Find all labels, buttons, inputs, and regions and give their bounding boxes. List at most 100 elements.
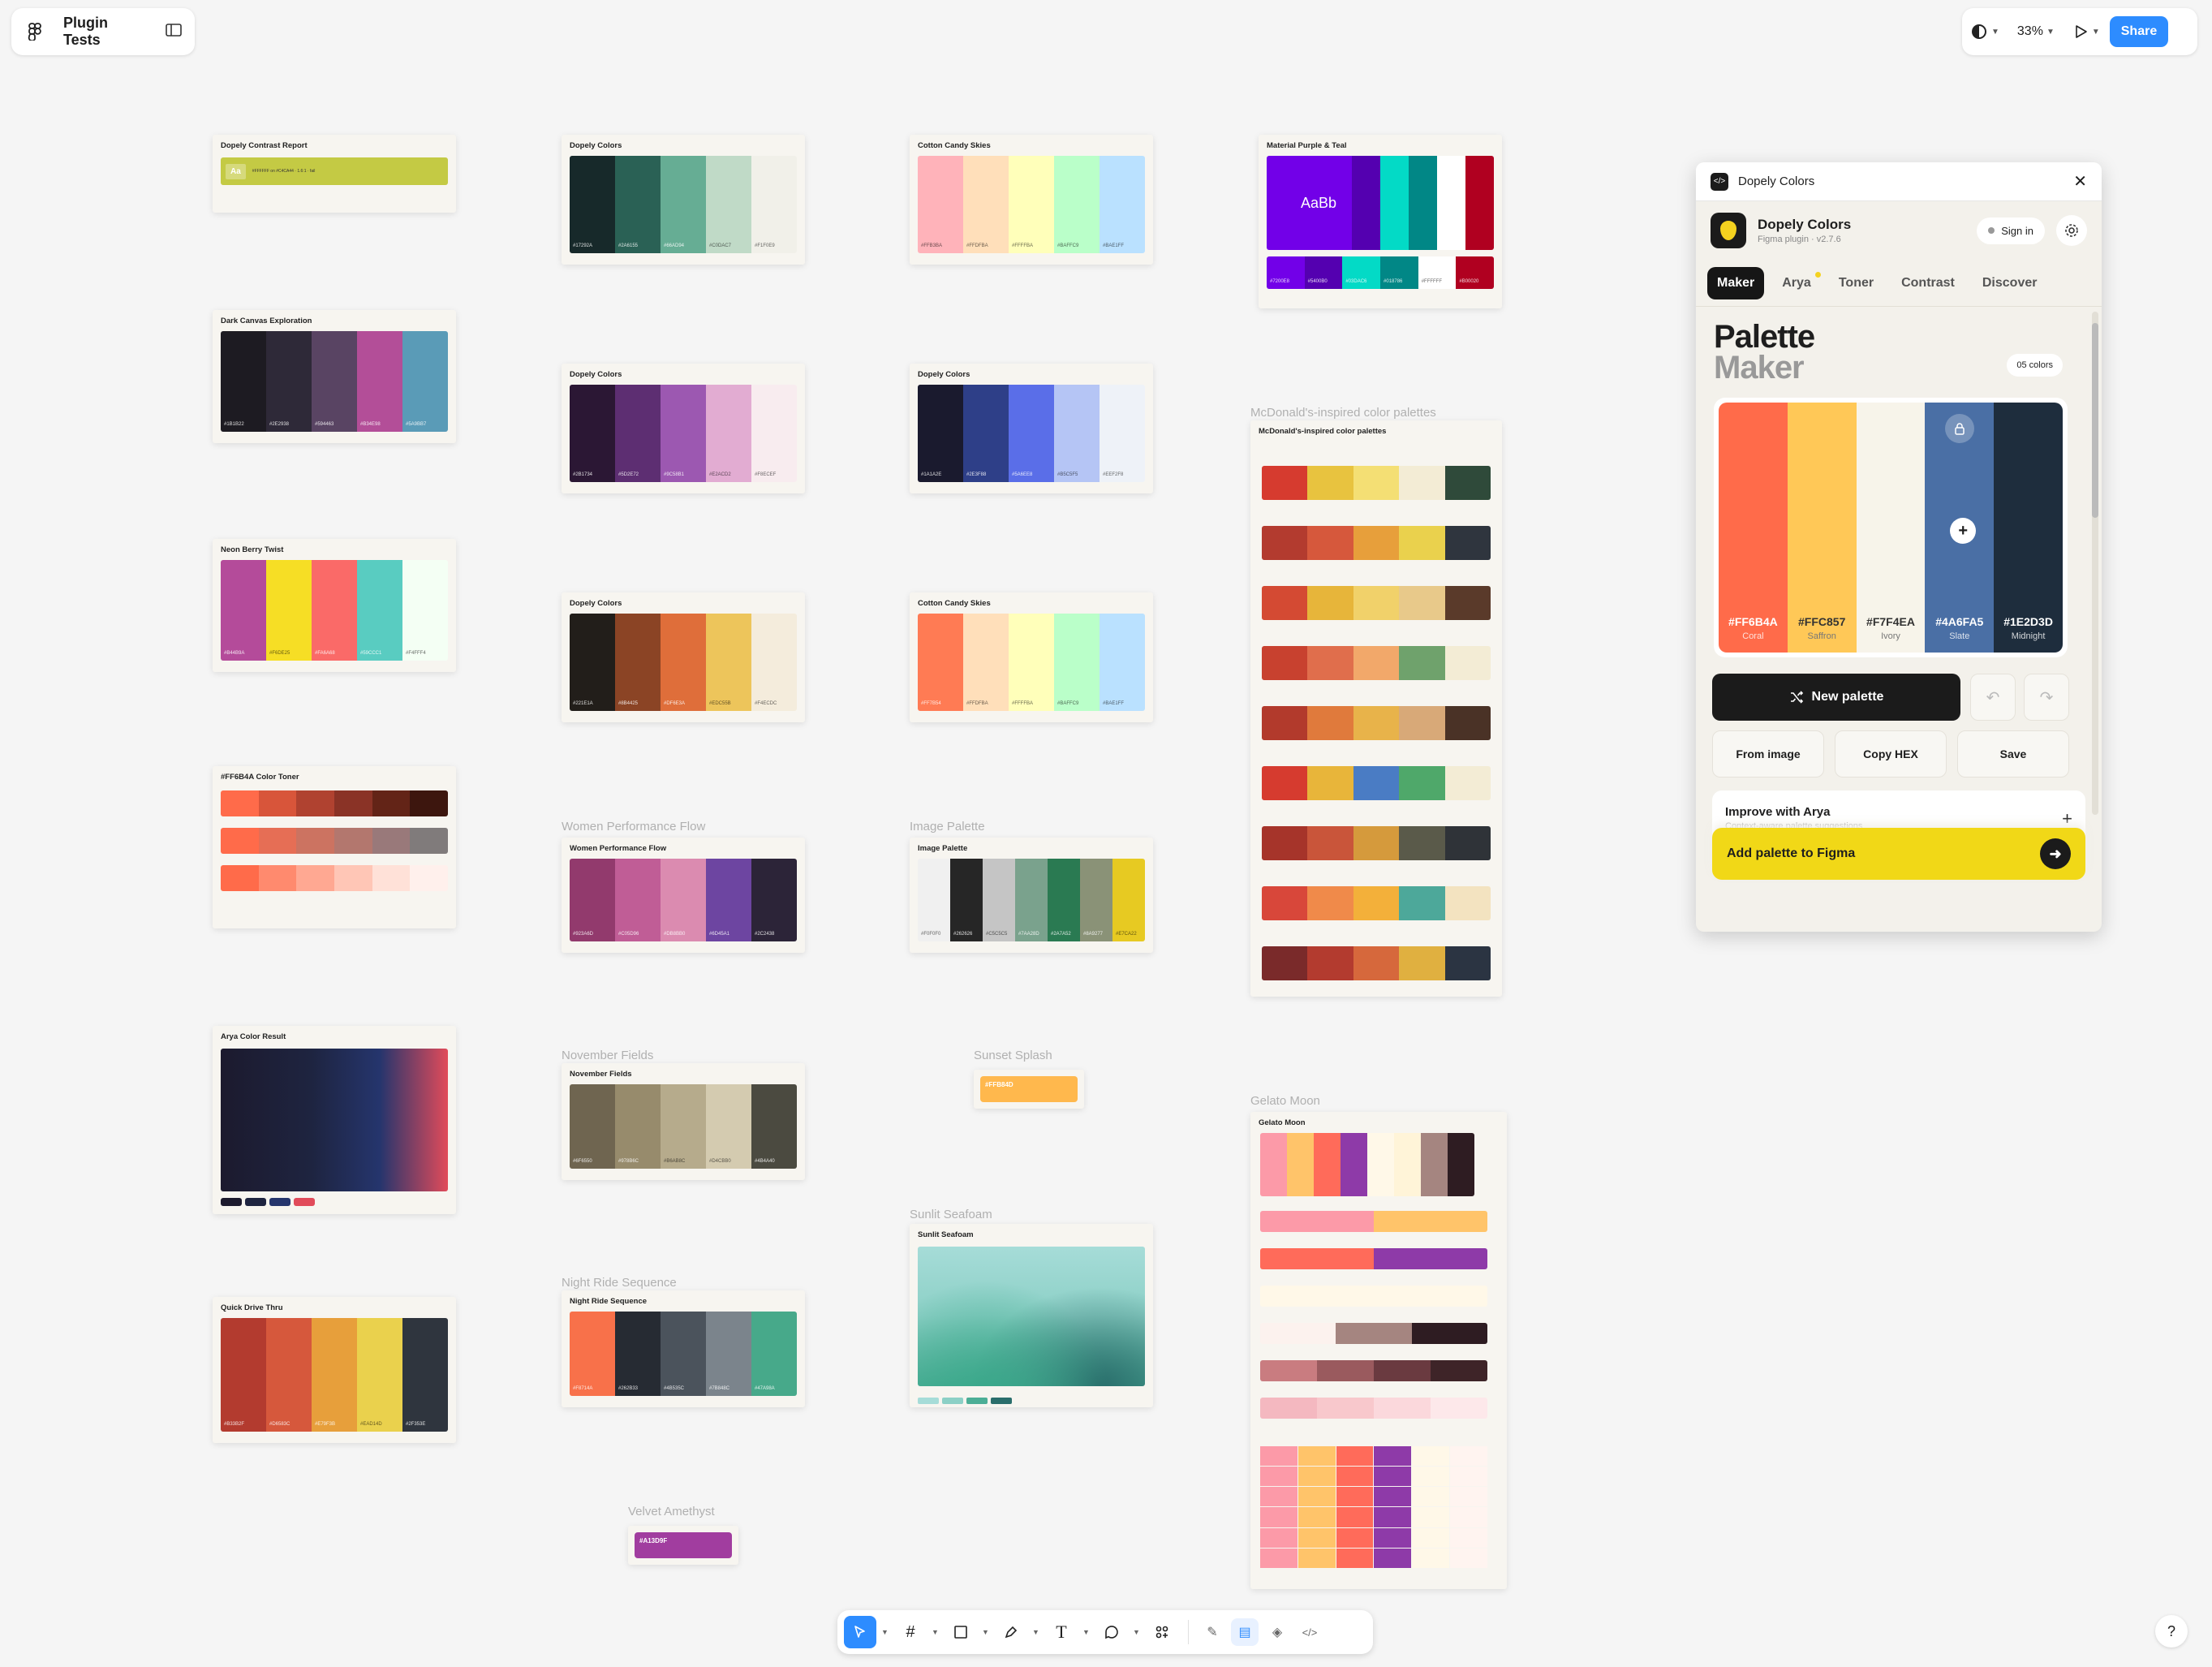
canvas-frame[interactable]: Gelato Moon (1250, 1112, 1507, 1589)
swatch[interactable]: #C05D96 (615, 859, 661, 941)
mcd-swatch[interactable] (1262, 526, 1308, 560)
swatch[interactable]: #2E3F88 (963, 385, 1009, 482)
swatch[interactable]: #8A9277 (1080, 859, 1112, 941)
swatch[interactable]: #B6AB8C (661, 1084, 706, 1169)
swatch[interactable]: #F6DE25 (266, 560, 312, 661)
chevron-down-icon[interactable]: ▼ (1082, 1628, 1091, 1636)
toner-swatch[interactable] (296, 790, 335, 816)
color-pill[interactable]: #FFB84D (980, 1076, 1078, 1102)
chevron-down-icon[interactable]: ▼ (982, 1628, 990, 1636)
tab-toner[interactable]: Toner (1829, 267, 1883, 299)
canvas-frame[interactable]: Image Palette #F0F0F0 #262626 #C5C5C5 #7AA28… (910, 838, 1153, 953)
swatch[interactable]: #FFB3BA (918, 156, 963, 253)
swatch[interactable]: #7B848C (706, 1312, 751, 1396)
canvas-frame[interactable]: Dopely Colors #17292A #2A6155 #66AD94 #C0DAC… (562, 135, 805, 265)
swatch[interactable]: #47A98A (751, 1312, 797, 1396)
color-chip[interactable] (294, 1198, 315, 1206)
grid-cell[interactable] (1412, 1507, 1450, 1527)
mcd-swatch[interactable] (1353, 826, 1400, 860)
swatch[interactable]: #F8714A (570, 1312, 615, 1396)
color-pill[interactable]: #A13D9F (635, 1532, 732, 1558)
grid-cell[interactable] (1260, 1527, 1298, 1548)
swatch[interactable]: #E2ACD2 (706, 385, 751, 482)
mcd-swatch[interactable] (1353, 466, 1400, 500)
toner-swatch[interactable] (372, 828, 411, 854)
color-chip[interactable] (942, 1398, 963, 1404)
text-tool[interactable]: T (1045, 1616, 1078, 1648)
swatch[interactable]: #03DAC6 (1342, 256, 1381, 289)
close-icon[interactable]: ✕ (2073, 171, 2087, 192)
sign-in-button[interactable]: Sign in (1977, 217, 2045, 244)
mcd-swatch[interactable] (1399, 526, 1445, 560)
mcd-swatch[interactable] (1353, 766, 1400, 800)
swatch[interactable]: #5A9BB7 (402, 331, 448, 432)
palette-color-slate[interactable]: + #4A6FA5 Slate (1925, 403, 1995, 653)
swatch[interactable]: #8B4425 (615, 614, 661, 711)
color-chip[interactable] (991, 1398, 1012, 1404)
swatch[interactable]: #5A6EE8 (1009, 385, 1054, 482)
grid-cell[interactable] (1374, 1487, 1412, 1507)
actions-tool[interactable] (1146, 1616, 1178, 1648)
swatch[interactable]: #6D45A1 (706, 859, 751, 941)
grid-cell[interactable] (1298, 1487, 1336, 1507)
toner-swatch[interactable] (258, 790, 297, 816)
grid-cell[interactable] (1374, 1548, 1412, 1568)
mcd-swatch[interactable] (1399, 466, 1445, 500)
canvas-frame[interactable]: Cotton Candy Skies #FFB3BA #FFDFBA #FFFFBA #… (910, 135, 1153, 265)
mcd-swatch[interactable] (1444, 766, 1491, 800)
mcd-swatch[interactable] (1262, 466, 1308, 500)
draw-mode-button[interactable]: ✎ (1199, 1618, 1226, 1646)
toner-swatch[interactable] (372, 865, 411, 891)
tab-maker[interactable]: Maker (1707, 266, 1765, 299)
swatch[interactable]: #EEF2F8 (1100, 385, 1145, 482)
mcd-swatch[interactable] (1353, 586, 1400, 620)
swatch[interactable]: #B34E98 (357, 331, 402, 432)
swatch[interactable] (1448, 1133, 1474, 1196)
material-block[interactable] (1437, 156, 1465, 250)
shape-tool[interactable] (945, 1616, 977, 1648)
present-button[interactable]: ▼ (2072, 24, 2100, 40)
mcd-swatch[interactable] (1399, 646, 1445, 680)
palette-color-midnight[interactable]: #1E2D3D Midnight (1994, 403, 2063, 653)
swatch[interactable]: #7200E8 (1267, 256, 1305, 289)
multiplayer-icon[interactable]: ▼ (1970, 23, 1999, 41)
toner-swatch[interactable] (296, 865, 335, 891)
swatch[interactable] (1287, 1133, 1314, 1196)
grid-cell[interactable] (1336, 1446, 1374, 1467)
gelato-swatch[interactable] (1260, 1323, 1336, 1344)
color-chip[interactable] (221, 1198, 242, 1206)
grid-cell[interactable] (1336, 1507, 1374, 1527)
add-palette-to-figma-button[interactable]: Add palette to Figma ➜ (1712, 828, 2085, 880)
toner-swatch[interactable] (221, 790, 259, 816)
grid-cell[interactable] (1374, 1446, 1412, 1467)
grid-cell[interactable] (1412, 1527, 1450, 1548)
tab-arya[interactable]: Arya (1772, 267, 1821, 299)
grid-cell[interactable] (1374, 1527, 1412, 1548)
gelato-swatch[interactable] (1374, 1360, 1431, 1381)
swatch[interactable]: #FFFFFF (1418, 256, 1457, 289)
swatch[interactable]: #B44B9A (221, 560, 266, 661)
swatch[interactable]: #F0F0F0 (918, 859, 950, 941)
color-chip[interactable] (245, 1198, 266, 1206)
swatch[interactable] (1260, 1133, 1287, 1196)
grid-cell[interactable] (1412, 1487, 1450, 1507)
grid-cell[interactable] (1412, 1446, 1450, 1467)
mcd-swatch[interactable] (1307, 526, 1353, 560)
grid-cell[interactable] (1450, 1467, 1487, 1487)
swatch[interactable]: #262B33 (615, 1312, 661, 1396)
mcd-swatch[interactable] (1262, 646, 1308, 680)
gelato-swatch[interactable] (1317, 1398, 1374, 1419)
swatch[interactable]: #221E1A (570, 614, 615, 711)
canvas-frame[interactable]: Material Purple & Teal AaBb #7200E8 #5400B0… (1259, 135, 1502, 308)
swatch[interactable]: #6F6550 (570, 1084, 615, 1169)
swatch[interactable]: #262626 (950, 859, 983, 941)
grid-cell[interactable] (1336, 1467, 1374, 1487)
comment-tool[interactable] (1095, 1616, 1128, 1648)
canvas-frame[interactable]: Dopely Colors #2B1734 #5D2E72 #9C58B1 #E2ACD… (562, 364, 805, 493)
swatch[interactable]: #EAD14D (357, 1318, 402, 1432)
mcd-swatch[interactable] (1307, 586, 1353, 620)
gelato-swatch[interactable] (1374, 1211, 1487, 1232)
canvas-frame[interactable]: Women Performance Flow #923A6D #C05D96 #DB8… (562, 838, 805, 953)
swatch[interactable]: #17292A (570, 156, 615, 253)
toner-swatch[interactable] (334, 790, 372, 816)
